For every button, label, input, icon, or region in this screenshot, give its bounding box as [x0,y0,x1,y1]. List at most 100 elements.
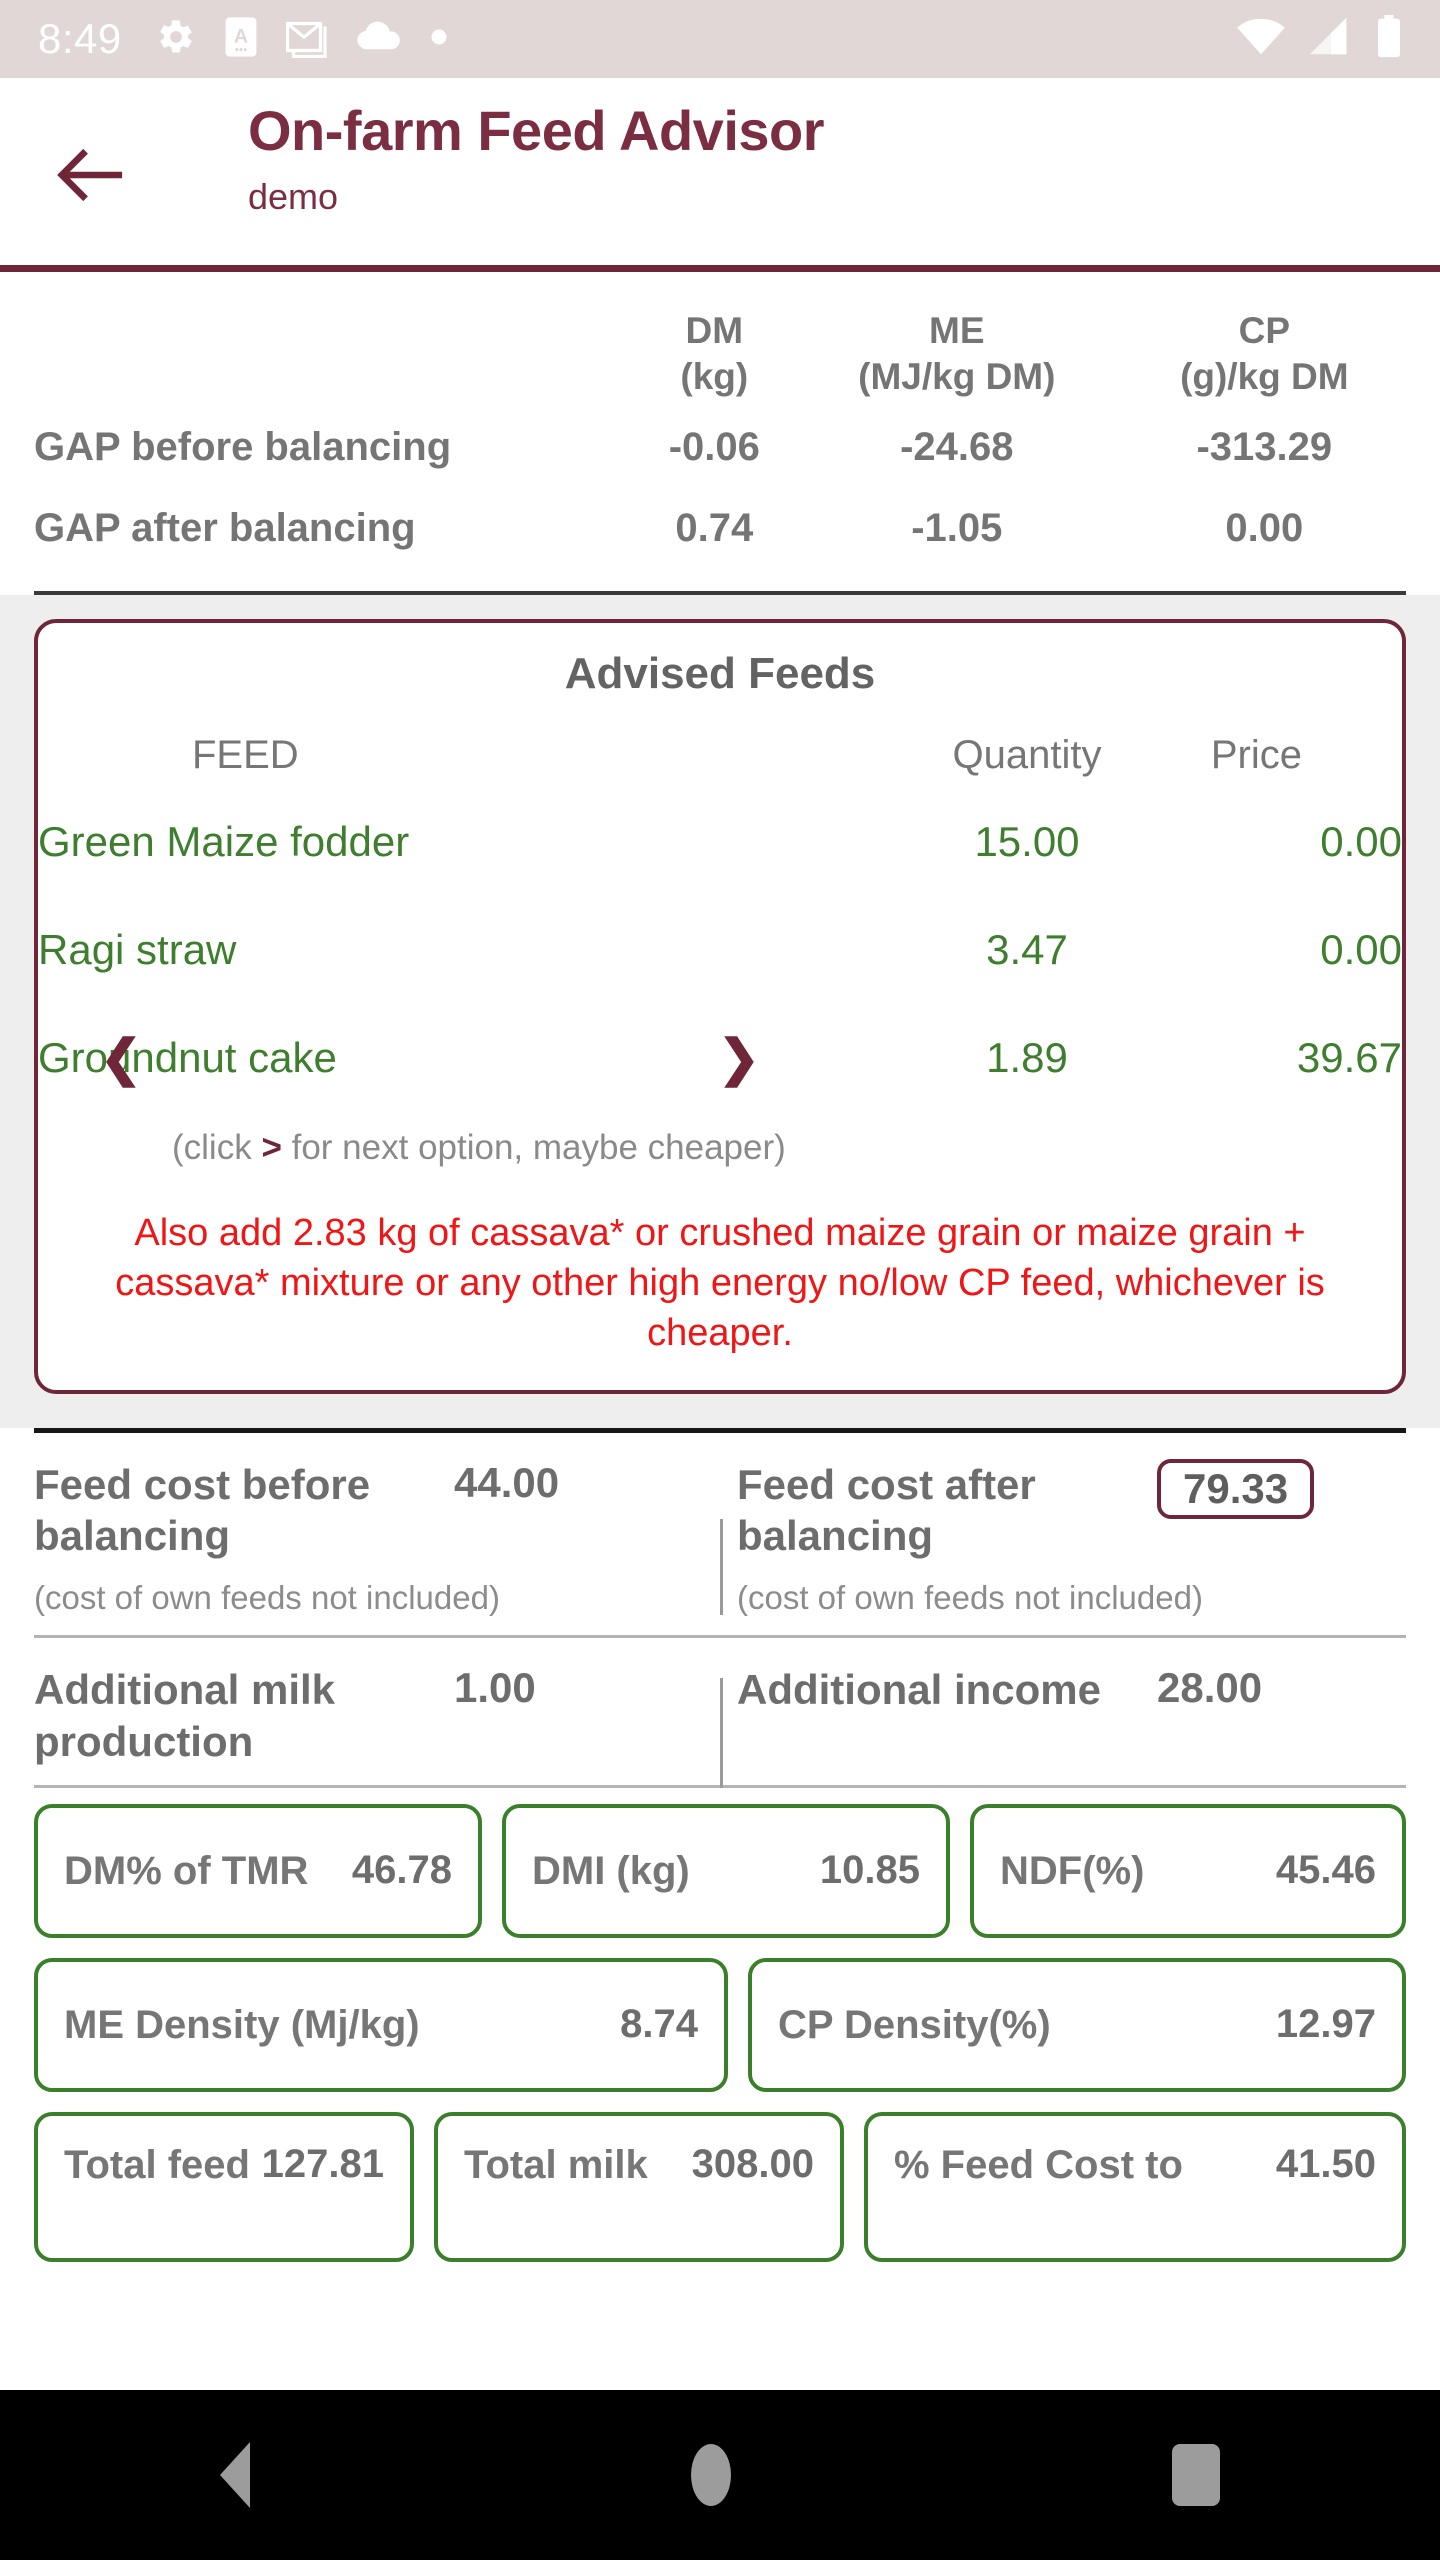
additional-milk-label: Additional milk production [34,1666,336,1765]
back-button[interactable] [46,130,136,220]
feed-quantity-1: 3.47 [986,925,1068,973]
back-triangle-icon[interactable] [220,2442,251,2508]
metric-label: CP Density(%) [778,2002,1051,2047]
gap-before-dm: -0.06 [668,424,760,469]
metric-me-density: ME Density (Mj/kg) 8.74 [34,1957,728,2092]
metrics-row-3: Total feed 127.81 Total milk 308.00 % Fe… [34,2111,1406,2262]
signal-icon [1308,17,1354,62]
metric-label: % Feed Cost to [894,2142,1183,2187]
metric-dmi: DMI (kg) 10.85 [502,1803,950,1938]
feed-cost-row: Feed cost before balancing 44.00 (cost o… [0,1433,1440,1635]
wifi-icon [1236,17,1286,62]
metric-value: 127.81 [261,2141,384,2186]
additional-income-line: Additional income 28.00 [737,1664,1406,1715]
feeds-header-row: FEED Quantity Price [38,733,1402,788]
metric-label: ME Density (Mj/kg) [64,2002,420,2047]
metrics-row-1: DM% of TMR 46.78 DMI (kg) 10.85 NDF(%) 4… [34,1803,1406,1938]
gap-header-dm-name: DM [685,310,744,351]
feed-price-1: 0.00 [1320,925,1402,973]
cloud-icon [356,20,402,59]
gap-header-me-unit: (MJ/kg DM) [858,356,1056,398]
gap-header-cp-unit: (g)/kg DM [1180,356,1349,398]
gap-after-cp: 0.00 [1225,505,1304,550]
status-bar: 8:49 A [0,0,1440,78]
app-header: On-farm Feed Advisor demo [0,78,1440,272]
gap-table-header-row: DM (kg) ME (MJ/kg DM) CP (g)/kg DM [34,308,1406,407]
metric-value: 45.46 [1275,1848,1376,1893]
metric-value: 308.00 [691,2141,814,2186]
hint-prefix: (click [172,1127,262,1167]
nutrition-metrics-section: DM% of TMR 46.78 DMI (kg) 10.85 NDF(%) 4… [0,1788,1440,2262]
gap-after-dm: 0.74 [675,505,754,550]
metric-value: 12.97 [1275,2002,1376,2047]
metric-ndf: NDF(%) 45.46 [970,1803,1406,1938]
main-content[interactable]: DM (kg) ME (MJ/kg DM) CP (g)/kg DM GAP b… [0,272,1440,2390]
additional-income-block: Additional income 28.00 [703,1638,1406,1784]
feed-price-0: 0.00 [1320,817,1402,865]
feed-quantity-0: 15.00 [974,817,1080,865]
home-circle-icon[interactable] [690,2444,731,2506]
gap-before-me: -24.68 [900,424,1014,469]
feed-quantity-2: 1.89 [986,1033,1068,1081]
additional-milk-value: 1.00 [454,1664,536,1712]
advised-feeds-table: FEED Quantity Price Green Maize fodder 1… [38,733,1402,1112]
feed-row-2-name-cell: ❮ Groundnut cake ❯ [38,1004,902,1112]
additional-income-value: 28.00 [1157,1664,1263,1712]
table-row: ❮ Groundnut cake ❯ 1.89 39.67 [38,1004,1402,1112]
advised-feeds-title: Advised Feeds [564,648,876,698]
gap-header-me: ME (MJ/kg DM) [791,308,1123,407]
additional-milk-line: Additional milk production 1.00 [34,1664,703,1766]
gap-header-cp-name: CP [1238,310,1291,351]
metric-total-milk: Total milk 308.00 [434,2111,844,2262]
chevron-left-icon[interactable]: ❮ [100,1033,142,1083]
header-text-block: On-farm Feed Advisor demo [248,99,825,218]
metric-value: 41.50 [1275,2141,1376,2186]
metric-cp-density: CP Density(%) 12.97 [748,1957,1406,2092]
advised-feeds-backdrop: Advised Feeds FEED Quantity Price Green … [0,594,1440,1428]
status-bar-notification-icons: A [156,16,448,63]
page-subtitle: demo [248,175,339,217]
gap-after-label: GAP after balancing [34,505,416,550]
hint-symbol: > [261,1127,282,1167]
gap-before-cp: -313.29 [1196,424,1333,469]
feeds-header-quantity: Quantity [952,732,1102,777]
feed-cost-before-block: Feed cost before balancing 44.00 (cost o… [34,1433,703,1635]
metric-feed-cost-percent: % Feed Cost to 41.50 [864,2111,1406,2262]
hint-suffix: for next option, maybe cheaper) [281,1127,786,1167]
a-card-icon: A [224,16,258,63]
feed-price-2: 39.67 [1296,1033,1402,1081]
metric-label: Total milk [464,2142,648,2187]
feeds-header-price: Price [1210,732,1302,777]
battery-icon [1376,14,1402,64]
gap-summary-section: DM (kg) ME (MJ/kg DM) CP (g)/kg DM GAP b… [0,272,1440,569]
dot-icon [430,28,448,51]
table-row: Green Maize fodder 15.00 0.00 [38,788,1402,896]
feed-cost-before-note: (cost of own feeds not included) [34,1579,500,1617]
additional-metrics-row: Additional milk production 1.00 Addition… [0,1638,1440,1789]
gap-table: DM (kg) ME (MJ/kg DM) CP (g)/kg DM GAP b… [34,308,1406,569]
metric-value: 10.85 [819,1848,920,1893]
table-row: GAP after balancing 0.74 -1.05 0.00 [34,488,1406,569]
feed-cost-after-label: Feed cost after balancing [737,1460,1036,1560]
chevron-right-icon[interactable]: ❯ [718,1033,760,1083]
gmail-icon [285,16,328,63]
additional-milk-block: Additional milk production 1.00 [34,1638,703,1784]
additional-feed-warning: Also add 2.83 kg of cassava* or crushed … [115,1211,1325,1354]
feed-name-1: Ragi straw [38,925,237,973]
recents-square-icon[interactable] [1171,2444,1220,2506]
gap-header-dm-unit: (kg) [680,356,749,398]
feed-cost-before-label: Feed cost before balancing [34,1460,371,1560]
gap-header-dm: DM (kg) [638,308,791,407]
feed-name-0: Green Maize fodder [38,817,410,865]
page-title: On-farm Feed Advisor [248,99,825,162]
gear-icon [156,17,196,62]
feeds-header-feed: FEED [192,732,299,777]
metrics-row-2: ME Density (Mj/kg) 8.74 CP Density(%) 12… [34,1957,1406,2092]
feed-cost-after-block: Feed cost after balancing 79.33 (cost of… [703,1433,1406,1635]
feed-cost-after-note: (cost of own feeds not included) [737,1579,1203,1617]
feed-cost-before-value: 44.00 [454,1458,560,1506]
feed-cost-after-value: 79.33 [1157,1458,1315,1519]
metric-value: 8.74 [620,2002,698,2047]
advised-feeds-card: Advised Feeds FEED Quantity Price Green … [34,618,1406,1394]
status-bar-system-icons [1236,14,1402,64]
